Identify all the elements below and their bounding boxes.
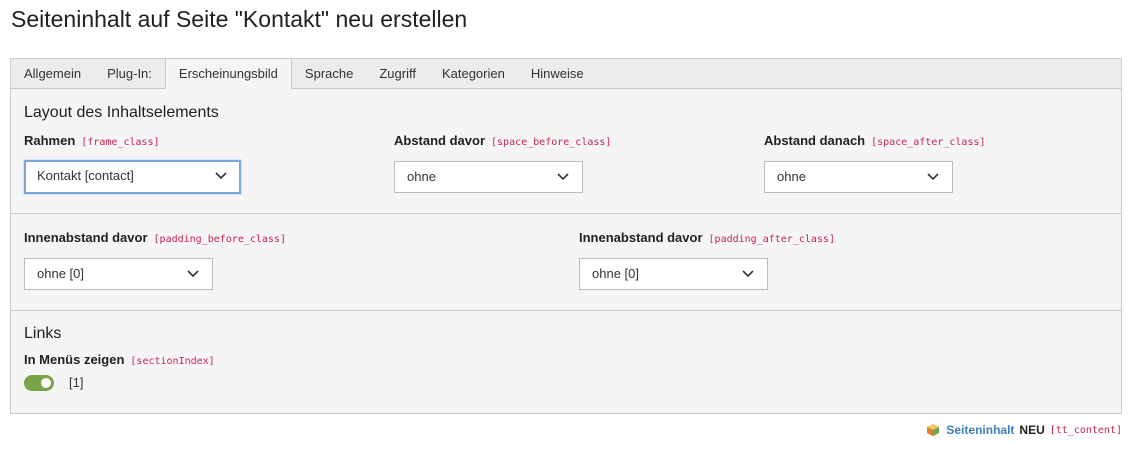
layout-section: Layout des Inhaltselements Rahmen [frame_… bbox=[11, 89, 1121, 214]
space-before-code: [space_before_class] bbox=[491, 137, 612, 148]
padding-after-select[interactable]: ohne [0] bbox=[579, 258, 768, 290]
toggle-knob bbox=[41, 378, 51, 388]
content-element-icon bbox=[927, 424, 940, 436]
space-before-label-text: Abstand davor bbox=[394, 133, 486, 148]
padding-before-select[interactable]: ohne [0] bbox=[24, 258, 213, 290]
tab-kategorien[interactable]: Kategorien bbox=[429, 59, 518, 89]
tab-hinweise[interactable]: Hinweise bbox=[518, 59, 597, 89]
space-after-label-text: Abstand danach bbox=[764, 133, 866, 148]
menu-index-toggle[interactable] bbox=[24, 375, 54, 391]
frame-code: [frame_class] bbox=[81, 137, 160, 148]
tab-sprache[interactable]: Sprache bbox=[292, 59, 366, 89]
padding-section: Innenabstand davor [padding_before_class]… bbox=[11, 214, 1121, 311]
space-before-select[interactable]: ohne bbox=[394, 161, 583, 193]
menu-index-label: In Menüs zeigen [sectionIndex] bbox=[24, 352, 215, 367]
space-before-select-value: ohne bbox=[407, 169, 436, 184]
new-flag: NEU bbox=[1019, 423, 1045, 437]
padding-after-label: Innenabstand davor [padding_after_class] bbox=[579, 230, 835, 245]
frame-label: Rahmen [frame_class] bbox=[24, 133, 160, 148]
frame-select[interactable]: Kontakt [contact] bbox=[24, 160, 241, 194]
menu-index-value: [1] bbox=[69, 375, 84, 390]
frame-select-value: Kontakt [contact] bbox=[37, 168, 134, 183]
menu-index-label-text: In Menüs zeigen bbox=[24, 352, 125, 367]
table-code: [tt_content] bbox=[1049, 424, 1122, 436]
chevron-down-icon bbox=[742, 270, 754, 278]
chevron-down-icon bbox=[215, 172, 227, 180]
tab-erscheinungsbild[interactable]: Erscheinungsbild bbox=[164, 58, 292, 89]
frame-label-text: Rahmen bbox=[24, 133, 76, 148]
form-panel: Layout des Inhaltselements Rahmen [frame_… bbox=[10, 89, 1122, 414]
tab-bar: Allgemein Plug-In: Erscheinungsbild Spra… bbox=[10, 58, 1122, 89]
padding-before-code: [padding_before_class] bbox=[153, 234, 286, 245]
tab-allgemein[interactable]: Allgemein bbox=[11, 59, 94, 89]
padding-after-code: [padding_after_class] bbox=[708, 234, 835, 245]
padding-before-label: Innenabstand davor [padding_before_class] bbox=[24, 230, 286, 245]
padding-after-label-text: Innenabstand davor bbox=[579, 230, 703, 245]
table-name: Seiteninhalt bbox=[946, 423, 1015, 437]
layout-section-title: Layout des Inhaltselements bbox=[24, 104, 219, 121]
space-after-select[interactable]: ohne bbox=[764, 161, 953, 193]
space-after-select-value: ohne bbox=[777, 169, 806, 184]
space-before-label: Abstand davor [space_before_class] bbox=[394, 133, 611, 148]
record-footer: Seiteninhalt NEU [tt_content] bbox=[926, 423, 1122, 437]
space-after-label: Abstand danach [space_after_class] bbox=[764, 133, 986, 148]
padding-before-select-value: ohne [0] bbox=[37, 266, 84, 281]
menu-index-code: [sectionIndex] bbox=[130, 356, 215, 367]
tab-zugriff[interactable]: Zugriff bbox=[366, 59, 429, 89]
links-section: Links In Menüs zeigen [sectionIndex] [1] bbox=[11, 311, 1121, 414]
tab-plugin[interactable]: Plug-In: bbox=[94, 59, 165, 89]
padding-before-label-text: Innenabstand davor bbox=[24, 230, 148, 245]
chevron-down-icon bbox=[927, 173, 939, 181]
padding-after-select-value: ohne [0] bbox=[592, 266, 639, 281]
chevron-down-icon bbox=[187, 270, 199, 278]
chevron-down-icon bbox=[557, 173, 569, 181]
links-section-title: Links bbox=[24, 325, 62, 342]
space-after-code: [space_after_class] bbox=[871, 137, 986, 148]
page-title: Seiteninhalt auf Seite "Kontakt" neu ers… bbox=[11, 6, 468, 32]
